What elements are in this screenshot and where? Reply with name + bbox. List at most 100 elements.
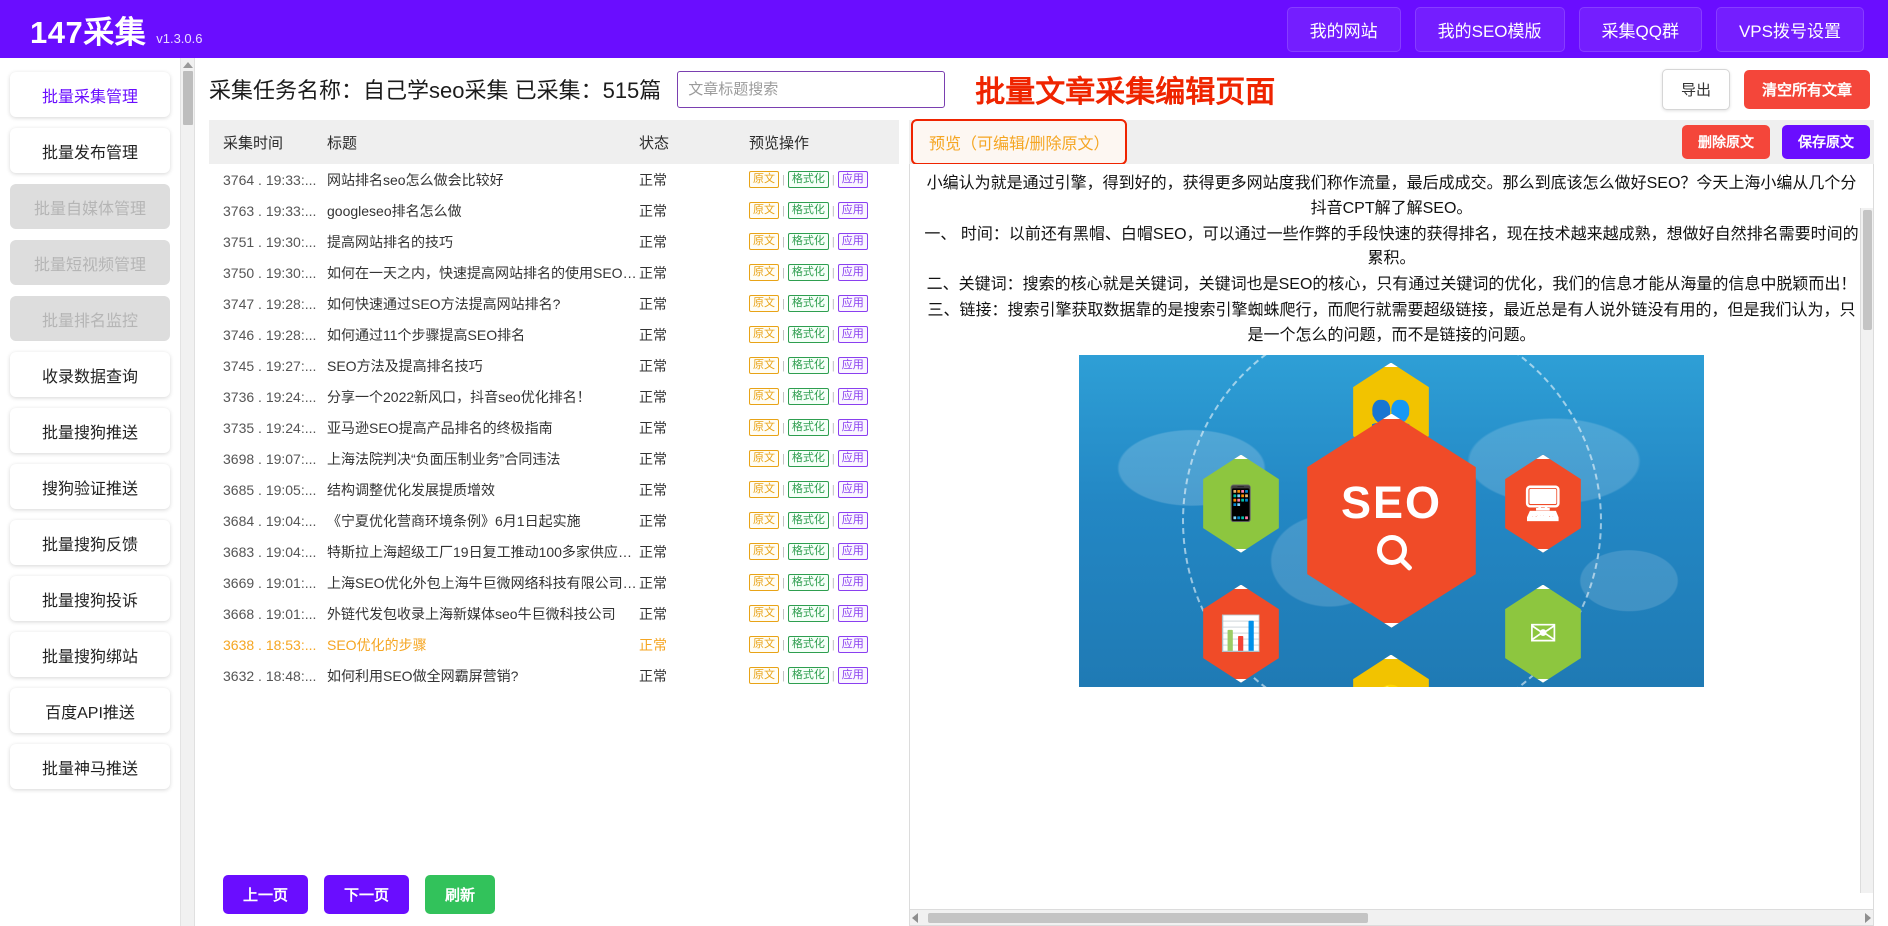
view-original-link[interactable]: 原文 xyxy=(749,543,779,560)
scroll-up-icon[interactable] xyxy=(183,62,193,68)
view-original-link[interactable]: 原文 xyxy=(749,605,779,622)
view-original-link[interactable]: 原文 xyxy=(749,388,779,405)
cell-title[interactable]: 如何快速通过SEO方法提高网站排名? xyxy=(327,294,639,314)
table-row[interactable]: 3745 . 19:27:...SEO方法及提高排名技巧正常原文|格式化|应用 xyxy=(209,350,899,381)
table-row[interactable]: 3751 . 19:30:...提高网站排名的技巧正常原文|格式化|应用 xyxy=(209,226,899,257)
format-link[interactable]: 格式化 xyxy=(788,605,829,622)
cell-title[interactable]: 分享一个2022新风口，抖音seo优化排名！ xyxy=(327,387,639,407)
apply-link[interactable]: 应用 xyxy=(838,636,868,653)
prev-page-button[interactable]: 上一页 xyxy=(223,875,308,914)
table-row[interactable]: 3632 . 18:48:...如何利用SEO做全网霸屏营销?正常原文|格式化|… xyxy=(209,660,899,691)
view-original-link[interactable]: 原文 xyxy=(749,636,779,653)
cell-title[interactable]: 外链代发包收录上海新媒体seo牛巨微科技公司 xyxy=(327,604,639,624)
sidebar-item-baidu-api-push[interactable]: 百度API推送 xyxy=(10,688,170,733)
apply-link[interactable]: 应用 xyxy=(838,357,868,374)
cell-title[interactable]: 提高网站排名的技巧 xyxy=(327,232,639,252)
preview-vertical-scrollbar[interactable] xyxy=(1860,208,1873,893)
nav-item-vps-dialup[interactable]: VPS拨号设置 xyxy=(1716,7,1864,52)
format-link[interactable]: 格式化 xyxy=(788,233,829,250)
cell-title[interactable]: 上海SEO优化外包上海牛巨微网络科技有限公司站群... xyxy=(327,573,639,593)
hscroll-right-icon[interactable] xyxy=(1865,913,1871,923)
cell-title[interactable]: 《宁夏优化营商环境条例》6月1日起实施 xyxy=(327,511,639,531)
table-row[interactable]: 3747 . 19:28:...如何快速通过SEO方法提高网站排名?正常原文|格… xyxy=(209,288,899,319)
search-input[interactable] xyxy=(677,71,945,108)
apply-link[interactable]: 应用 xyxy=(838,264,868,281)
format-link[interactable]: 格式化 xyxy=(788,481,829,498)
sidebar-item-sogou-bind[interactable]: 批量搜狗绑站 xyxy=(10,632,170,677)
nav-item-seo-template[interactable]: 我的SEO模版 xyxy=(1415,7,1565,52)
cell-title[interactable]: 特斯拉上海超级工厂19日复工推动100多家供应商协... xyxy=(327,542,639,562)
format-link[interactable]: 格式化 xyxy=(788,636,829,653)
apply-link[interactable]: 应用 xyxy=(838,419,868,436)
sidebar-item-sogou-push[interactable]: 批量搜狗推送 xyxy=(10,408,170,453)
view-original-link[interactable]: 原文 xyxy=(749,264,779,281)
preview-content[interactable]: 小编认为就是通过引擎，得到好的，获得更多网站度我们称作流量，最后成成交。那么到底… xyxy=(909,164,1874,910)
table-row[interactable]: 3746 . 19:28:...如何通过11个步骤提高SEO排名正常原文|格式化… xyxy=(209,319,899,350)
format-link[interactable]: 格式化 xyxy=(788,450,829,467)
apply-link[interactable]: 应用 xyxy=(838,574,868,591)
cell-title[interactable]: 网站排名seo怎么做会比较好 xyxy=(327,170,639,190)
scroll-thumb[interactable] xyxy=(183,71,193,125)
sidebar-item-batch-collect[interactable]: 批量采集管理 xyxy=(10,72,170,117)
delete-original-button[interactable]: 删除原文 xyxy=(1682,125,1770,159)
sidebar-item-sogou-complaint[interactable]: 批量搜狗投诉 xyxy=(10,576,170,621)
table-row[interactable]: 3698 . 19:07:...上海法院判决“负面压制业务”合同违法正常原文|格… xyxy=(209,443,899,474)
apply-link[interactable]: 应用 xyxy=(838,450,868,467)
sidebar-item-sogou-feedback[interactable]: 批量搜狗反馈 xyxy=(10,520,170,565)
format-link[interactable]: 格式化 xyxy=(788,512,829,529)
format-link[interactable]: 格式化 xyxy=(788,264,829,281)
table-row[interactable]: 3683 . 19:04:...特斯拉上海超级工厂19日复工推动100多家供应商… xyxy=(209,536,899,567)
refresh-button[interactable]: 刷新 xyxy=(425,875,495,914)
format-link[interactable]: 格式化 xyxy=(788,419,829,436)
table-row[interactable]: 3764 . 19:33:...网站排名seo怎么做会比较好正常原文|格式化|应… xyxy=(209,164,899,195)
table-row[interactable]: 3684 . 19:04:...《宁夏优化营商环境条例》6月1日起实施正常原文|… xyxy=(209,505,899,536)
cell-title[interactable]: 结构调整优化发展提质增效 xyxy=(327,480,639,500)
table-row[interactable]: 3685 . 19:05:...结构调整优化发展提质增效正常原文|格式化|应用 xyxy=(209,474,899,505)
preview-horizontal-scrollbar[interactable] xyxy=(909,910,1874,926)
table-row[interactable]: 3763 . 19:33:...googleseo排名怎么做正常原文|格式化|应… xyxy=(209,195,899,226)
table-row[interactable]: 3669 . 19:01:...上海SEO优化外包上海牛巨微网络科技有限公司站群… xyxy=(209,567,899,598)
cell-title[interactable]: 上海法院判决“负面压制业务”合同违法 xyxy=(327,449,639,469)
table-row[interactable]: 3735 . 19:24:...亚马逊SEO提高产品排名的终极指南正常原文|格式… xyxy=(209,412,899,443)
view-original-link[interactable]: 原文 xyxy=(749,512,779,529)
view-original-link[interactable]: 原文 xyxy=(749,202,779,219)
view-original-link[interactable]: 原文 xyxy=(749,326,779,343)
apply-link[interactable]: 应用 xyxy=(838,171,868,188)
preview-tab[interactable]: 预览（可编辑/删除原文） xyxy=(911,119,1127,165)
hscroll-thumb[interactable] xyxy=(928,913,1368,923)
sidebar-item-index-query[interactable]: 收录数据查询 xyxy=(10,352,170,397)
hscroll-left-icon[interactable] xyxy=(912,913,918,923)
cell-title[interactable]: googleseo排名怎么做 xyxy=(327,201,639,221)
apply-link[interactable]: 应用 xyxy=(838,388,868,405)
page-vertical-scrollbar[interactable] xyxy=(181,58,195,926)
cell-title[interactable]: 如何在一天之内，快速提高网站排名的使用SEO技巧... xyxy=(327,263,639,283)
nav-item-qq-group[interactable]: 采集QQ群 xyxy=(1579,7,1702,52)
view-original-link[interactable]: 原文 xyxy=(749,357,779,374)
view-original-link[interactable]: 原文 xyxy=(749,450,779,467)
apply-link[interactable]: 应用 xyxy=(838,481,868,498)
apply-link[interactable]: 应用 xyxy=(838,295,868,312)
format-link[interactable]: 格式化 xyxy=(788,326,829,343)
clear-all-button[interactable]: 清空所有文章 xyxy=(1744,70,1870,109)
view-original-link[interactable]: 原文 xyxy=(749,419,779,436)
cell-title[interactable]: SEO优化的步骤 xyxy=(327,635,639,655)
format-link[interactable]: 格式化 xyxy=(788,543,829,560)
format-link[interactable]: 格式化 xyxy=(788,202,829,219)
sidebar-item-shenma-push[interactable]: 批量神马推送 xyxy=(10,744,170,789)
format-link[interactable]: 格式化 xyxy=(788,357,829,374)
apply-link[interactable]: 应用 xyxy=(838,202,868,219)
sidebar-item-sogou-verify[interactable]: 搜狗验证推送 xyxy=(10,464,170,509)
view-original-link[interactable]: 原文 xyxy=(749,295,779,312)
cell-title[interactable]: SEO方法及提高排名技巧 xyxy=(327,356,639,376)
preview-vscroll-thumb[interactable] xyxy=(1863,210,1872,330)
table-row[interactable]: 3736 . 19:24:...分享一个2022新风口，抖音seo优化排名！正常… xyxy=(209,381,899,412)
format-link[interactable]: 格式化 xyxy=(788,171,829,188)
next-page-button[interactable]: 下一页 xyxy=(324,875,409,914)
format-link[interactable]: 格式化 xyxy=(788,574,829,591)
save-original-button[interactable]: 保存原文 xyxy=(1782,125,1870,159)
table-row[interactable]: 3668 . 19:01:...外链代发包收录上海新媒体seo牛巨微科技公司正常… xyxy=(209,598,899,629)
cell-title[interactable]: 如何通过11个步骤提高SEO排名 xyxy=(327,325,639,345)
view-original-link[interactable]: 原文 xyxy=(749,481,779,498)
view-original-link[interactable]: 原文 xyxy=(749,667,779,684)
export-button[interactable]: 导出 xyxy=(1662,69,1730,110)
